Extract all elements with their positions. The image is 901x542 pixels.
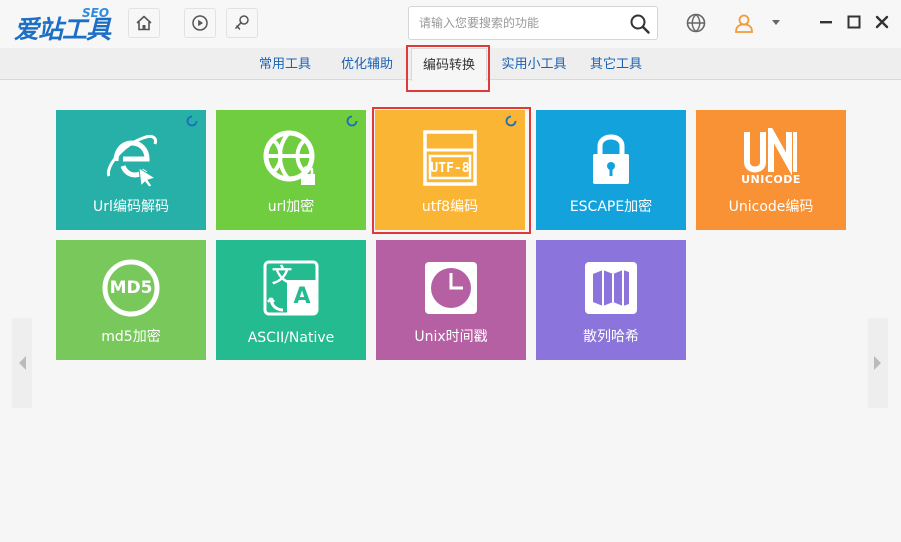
close-icon xyxy=(875,15,889,29)
pin-icon xyxy=(235,15,249,30)
tile-ascii-native[interactable]: 文 A ASCII/Native xyxy=(216,240,366,360)
ie-icon xyxy=(106,134,157,188)
home-button[interactable] xyxy=(128,8,160,38)
unicode-icon-text: UNICODE xyxy=(741,173,801,186)
clock-icon xyxy=(425,262,477,314)
search-input[interactable] xyxy=(409,7,624,39)
padlock-icon xyxy=(593,134,629,184)
tile-hash[interactable]: 散列哈希 xyxy=(536,240,686,360)
arrow-left-icon xyxy=(19,356,26,370)
prev-page-button[interactable] xyxy=(12,318,32,408)
skin-button[interactable] xyxy=(685,12,707,34)
tab-other-tools[interactable]: 其它工具 xyxy=(583,48,649,80)
maximize-icon xyxy=(847,15,861,29)
tile-url-encode[interactable]: Url编码解码 xyxy=(56,110,206,230)
utf8-icon xyxy=(423,130,477,186)
translate-icon-text-en: A xyxy=(293,284,311,309)
tile-label: utf8编码 xyxy=(421,199,479,215)
close-button[interactable] xyxy=(874,14,890,30)
tab-bar: 常用工具 优化辅助 编码转换 实用小工具 其它工具 xyxy=(0,48,901,81)
loading-icon xyxy=(346,115,358,127)
tile-label: 散列哈希 xyxy=(583,329,639,345)
basketball-icon xyxy=(686,13,706,33)
logo-sup: SEO xyxy=(82,6,110,20)
tile-label: ASCII/Native xyxy=(247,330,335,346)
tile-escape-encrypt[interactable]: ESCAPE加密 xyxy=(536,110,686,230)
user-dropdown-caret[interactable] xyxy=(772,20,780,25)
tile-unix-timestamp[interactable]: Unix时间戳 xyxy=(376,240,526,360)
tile-label: Url编码解码 xyxy=(93,199,169,215)
tile-url-encrypt[interactable]: url加密 xyxy=(216,110,366,230)
tile-label: Unicode编码 xyxy=(728,199,814,215)
tab-common-tools[interactable]: 常用工具 xyxy=(250,48,320,80)
map-icon xyxy=(585,262,637,314)
utf8-icon-text: UTF-8 xyxy=(430,161,470,176)
md5-icon-text: MD5 xyxy=(109,278,153,298)
title-bar: 爱站工具包 SEO xyxy=(0,0,901,80)
arrow-right-icon xyxy=(874,356,881,370)
next-page-button[interactable] xyxy=(868,318,888,408)
home-icon xyxy=(136,15,152,31)
search-icon[interactable] xyxy=(629,13,651,35)
tab-encoding[interactable]: 编码转换 xyxy=(411,48,487,81)
tile-md5-encrypt[interactable]: MD5 md5加密 xyxy=(56,240,206,360)
app-logo: 爱站工具包 SEO xyxy=(14,6,114,80)
tile-label: ESCAPE加密 xyxy=(569,199,653,215)
search-box xyxy=(408,6,658,40)
tile-utf8-encode[interactable]: UTF-8 utf8编码 xyxy=(375,110,525,230)
minimize-icon xyxy=(820,21,832,24)
tile-unicode-encode[interactable]: UNICODE Unicode编码 xyxy=(696,110,846,230)
basketball-lock-icon xyxy=(263,130,315,185)
loading-icon xyxy=(505,115,517,127)
tab-optimization[interactable]: 优化辅助 xyxy=(333,48,401,80)
maximize-button[interactable] xyxy=(846,14,862,30)
loading-icon xyxy=(186,115,198,127)
tile-label: Unix时间戳 xyxy=(414,329,488,345)
play-button[interactable] xyxy=(184,8,216,38)
user-button[interactable] xyxy=(733,12,755,34)
tile-label: url加密 xyxy=(267,199,315,215)
minimize-button[interactable] xyxy=(818,14,834,30)
user-avatar-icon xyxy=(735,14,753,33)
pin-button[interactable] xyxy=(226,8,258,38)
play-icon xyxy=(192,15,208,31)
tile-label: md5加密 xyxy=(101,329,161,345)
tab-utilities[interactable]: 实用小工具 xyxy=(495,48,573,80)
